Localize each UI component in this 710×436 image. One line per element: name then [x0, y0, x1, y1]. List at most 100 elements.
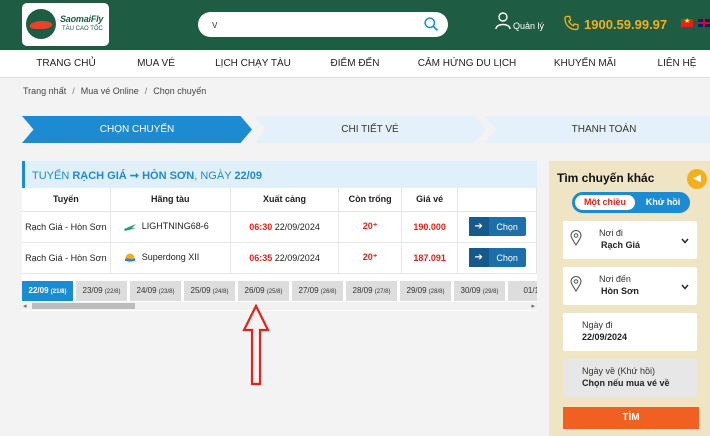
flag-vietnam-icon[interactable]: [681, 17, 693, 27]
chevron-down-icon: [681, 284, 689, 290]
return-date-field[interactable]: Ngày về (Khứ hồi) Chọn nếu mua vé về: [563, 359, 697, 397]
trip-departure: 06:30 22/09/2024: [230, 211, 340, 243]
step-ticket-details: CHI TIẾT VÉ: [254, 116, 486, 143]
sidebar-title: Tìm chuyến khác: [557, 171, 655, 185]
scroll-right-icon[interactable]: ▸: [531, 302, 535, 310]
route-prefix: TUYẾN: [32, 170, 70, 182]
destination-label: Nơi đến: [599, 274, 631, 284]
departure-time: 06:30: [249, 221, 273, 232]
date-scrollbar[interactable]: ◂ ▸: [22, 302, 537, 310]
choose-trip-button[interactable]: ➔ Chọn: [468, 217, 526, 236]
route-header: TUYẾN RẠCH GIÁ ➞ HÒN SƠN, NGÀY 22/09: [22, 161, 537, 188]
arrow-right-icon: ➔: [468, 248, 489, 267]
trip-type-toggle[interactable]: Một chiều Khứ hồi: [572, 192, 690, 213]
breadcrumb-separator: /: [144, 86, 148, 96]
depart-date-label: Ngày đi: [582, 320, 613, 330]
site-logo[interactable]: SaomaiFly TÀU CAO TỐC: [22, 3, 109, 46]
date-tab[interactable]: 25/09 (24/8): [184, 281, 235, 301]
table-header-row: Tuyến Hãng tàu Xuất cảng Còn trống Giá v…: [22, 188, 537, 212]
departure-time: 06:35: [249, 252, 273, 263]
breadcrumb-buy-online[interactable]: Mua vé Online: [81, 86, 139, 96]
superdong-ship-logo-icon: [124, 253, 135, 263]
nav-item-destinations[interactable]: ĐIỂM ĐẾN: [331, 58, 380, 69]
nav-item-promotions[interactable]: KHUYẾN MÃI: [554, 58, 616, 69]
logo-mark: [26, 9, 56, 39]
trip-route: Rạch Giá - Hòn Sơn: [22, 211, 111, 243]
date-tabs: 22/09 (21/8) 23/09 (22/8) 24/09 (23/8) 2…: [22, 281, 537, 301]
date-tab[interactable]: 29/09 (28/8): [400, 281, 451, 301]
top-bar: SaomaiFly TÀU CAO TỐC Quản lý 1900.59.99…: [0, 0, 710, 50]
trip-ship: Superdong XII: [110, 242, 231, 274]
flag-uk-icon[interactable]: [698, 19, 710, 27]
date-tab[interactable]: 22/09 (21/8): [22, 281, 73, 301]
origin-value: Rạch Giá: [601, 240, 641, 250]
trip-action: ➔ Chọn: [457, 211, 537, 243]
search-icon[interactable]: [423, 16, 440, 33]
logo-subtitle: TÀU CAO TỐC: [62, 26, 103, 32]
destination-select[interactable]: Nơi đến Hòn Sơn: [563, 267, 697, 305]
date-tab[interactable]: 30/09 (29/8): [454, 281, 505, 301]
checkout-steps: CHỌN CHUYẾN CHI TIẾT VÉ THANH TOÁN: [22, 116, 710, 143]
user-label: Quản lý: [513, 21, 545, 31]
route-title: TUYẾN RẠCH GIÁ ➞ HÒN SƠN, NGÀY 22/09: [32, 169, 262, 182]
date-tab[interactable]: 28/09 (27/8): [346, 281, 397, 301]
route-origin: RẠCH GIÁ: [72, 170, 127, 182]
arrow-right-icon: ➔: [468, 217, 489, 236]
search-button[interactable]: TÌM: [563, 407, 699, 429]
col-action: [457, 188, 537, 212]
route-destination: HÒN SƠN: [142, 170, 195, 182]
breadcrumb: Trang nhất / Mua vé Online / Chọn chuyến: [23, 86, 206, 96]
date-tab[interactable]: 01/10: [508, 281, 537, 301]
breadcrumb-home[interactable]: Trang nhất: [23, 86, 66, 96]
route-date: 22/09: [234, 170, 262, 182]
return-date-label: Ngày về (Khứ hồi): [582, 366, 656, 376]
col-departure: Xuất cảng: [230, 188, 340, 212]
trip-route: Rạch Giá - Hòn Sơn: [22, 242, 111, 274]
breadcrumb-separator: /: [72, 86, 75, 96]
date-tab[interactable]: 24/09 (23/8): [130, 281, 181, 301]
nav-item-home[interactable]: TRANG CHỦ: [36, 58, 95, 69]
main-navigation: TRANG CHỦ MUA VÉ LỊCH CHẠY TÀU ĐIỂM ĐẾN …: [0, 50, 710, 78]
table-row: Rạch Giá - Hòn Sơn Superdong XII 06:35 2…: [22, 242, 537, 274]
trip-ship: LIGHTNING68-6: [110, 211, 231, 243]
search-input[interactable]: [212, 16, 412, 33]
hotline-number[interactable]: 1900.59.99.97: [584, 17, 667, 32]
search-other-trips-panel: Tìm chuyến khác ◀︎ Một chiều Khứ hồi Nơi…: [549, 161, 710, 436]
breadcrumb-current: Chọn chuyến: [153, 86, 207, 96]
annotation-arrow-icon: [242, 304, 270, 386]
trip-price: 190.000: [401, 211, 459, 243]
choose-trip-button[interactable]: ➔ Chọn: [468, 248, 526, 267]
choose-label: Chọn: [496, 252, 518, 263]
nav-item-schedule[interactable]: LỊCH CHẠY TÀU: [215, 58, 291, 69]
depart-date-value: 22/09/2024: [582, 332, 628, 342]
trip-ship-name: Superdong XII: [141, 252, 200, 263]
scrollbar-thumb[interactable]: [32, 303, 135, 309]
date-tab[interactable]: 26/09 (25/8): [238, 281, 289, 301]
speaker-icon[interactable]: ◀︎: [687, 169, 707, 189]
depart-date-field[interactable]: Ngày đi 22/09/2024: [563, 313, 697, 351]
nav-item-buy-ticket[interactable]: MUA VÉ: [137, 58, 175, 69]
destination-value: Hòn Sơn: [601, 286, 639, 296]
trip-price: 187.091: [401, 242, 459, 274]
origin-select[interactable]: Nơi đi Rạch Giá: [563, 221, 697, 259]
trip-action: ➔ Chọn: [457, 242, 537, 274]
route-date-prefix: , NGÀY: [194, 170, 232, 182]
col-seats: Còn trống: [338, 188, 402, 212]
trip-ship-name: LIGHTNING68-6: [141, 221, 209, 232]
nav-item-contact[interactable]: LIÊN HỆ: [658, 58, 697, 69]
trips-table: Tuyến Hãng tàu Xuất cảng Còn trống Giá v…: [22, 188, 537, 274]
trip-departure: 06:35 22/09/2024: [230, 242, 340, 274]
departure-date: 22/09/2024: [274, 252, 320, 263]
nav-item-travel-inspiration[interactable]: CẢM HỨNG DU LỊCH: [418, 58, 517, 69]
step-payment: THANH TOÁN: [484, 116, 710, 143]
round-trip-option[interactable]: Khứ hồi: [638, 195, 688, 210]
step-choose-trip: CHỌN CHUYẾN: [22, 116, 252, 143]
col-route: Tuyến: [22, 188, 111, 212]
map-pin-icon: [570, 230, 582, 246]
date-tab[interactable]: 23/09 (22/8): [76, 281, 127, 301]
date-tab[interactable]: 27/09 (26/8): [292, 281, 343, 301]
scroll-left-icon[interactable]: ◂: [23, 302, 27, 310]
one-way-option[interactable]: Một chiều: [575, 195, 635, 210]
col-ship: Hãng tàu: [110, 188, 231, 212]
search-box[interactable]: [198, 12, 448, 37]
